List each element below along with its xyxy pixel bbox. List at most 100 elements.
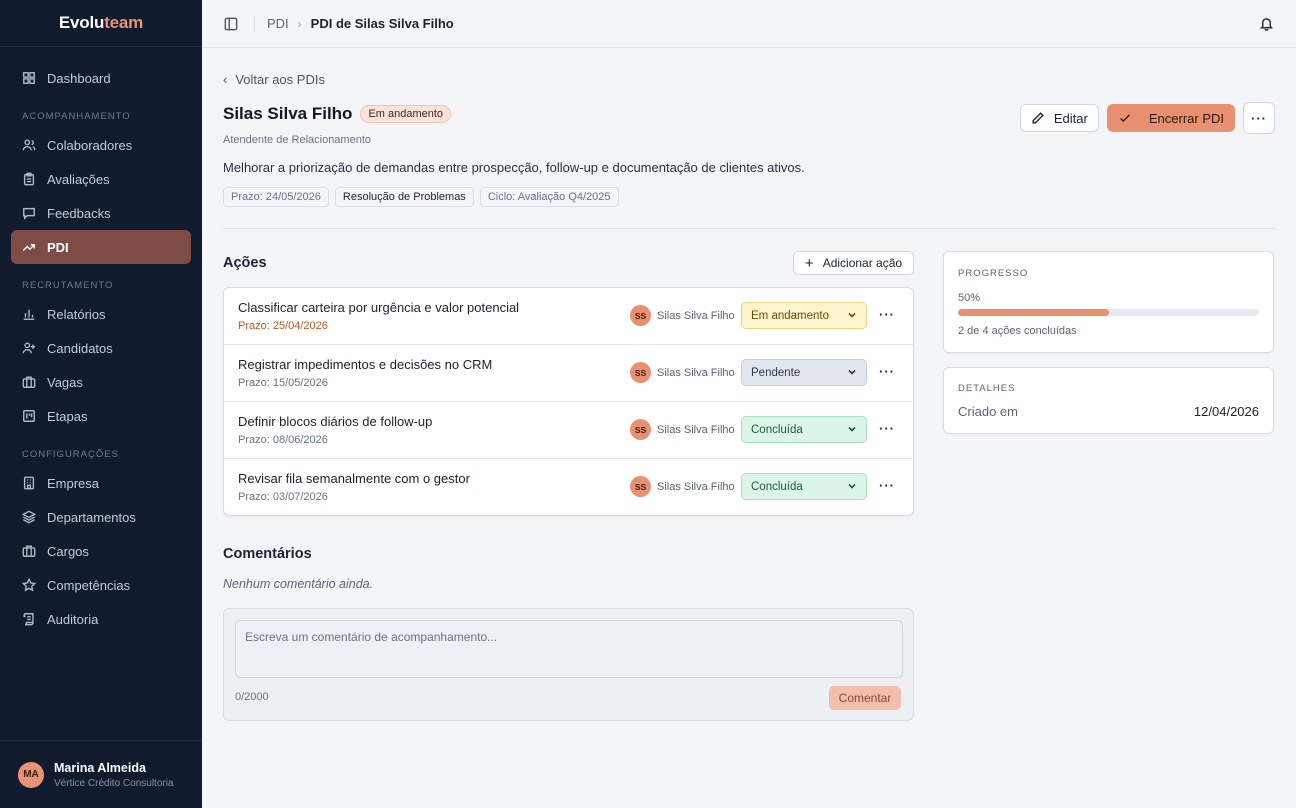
sidebar-item-departamentos[interactable]: Departamentos: [0, 500, 191, 534]
details-card-label: DETALHES: [958, 383, 1016, 394]
sidebar-toggle-icon[interactable]: [224, 17, 238, 31]
sidebar-item-competencias[interactable]: Competências: [0, 568, 191, 602]
action-status-value: Concluída: [751, 423, 803, 436]
action-status-select[interactable]: Concluída: [741, 416, 867, 443]
comment-form: Escreva um comentário de acompanhamento.…: [223, 608, 914, 721]
pencil-icon: [1032, 112, 1044, 124]
details-card: DETALHES Criado em 12/04/2026: [943, 367, 1274, 434]
comment-submit-button[interactable]: Comentar: [829, 686, 901, 710]
action-text: Registrar impedimentos e decisões no CRM…: [238, 357, 492, 389]
meta-chips: Prazo: 24/05/2026 Resolução de Problemas…: [223, 187, 619, 207]
sidebar-item-auditoria[interactable]: Auditoria: [0, 602, 191, 636]
sidebar-item-label: Avaliações: [47, 171, 110, 187]
avatar: MA: [18, 761, 44, 788]
sidebar-item-label: Relatórios: [47, 306, 106, 322]
action-more-button[interactable]: ···: [879, 479, 895, 492]
sidebar-item-cargos[interactable]: Cargos: [0, 534, 191, 568]
action-owner-name: Silas Silva Filho: [657, 423, 735, 436]
sidebar-item-label: Departamentos: [47, 509, 136, 525]
chevron-down-icon: [846, 366, 858, 378]
breadcrumb-root[interactable]: PDI: [267, 16, 289, 31]
sidebar-section-label: RECRUTAMENTO: [22, 279, 114, 291]
close-pdi-button-label: Encerrar PDI: [1148, 110, 1224, 126]
bar-chart-icon: [22, 307, 36, 321]
avatar: SS: [630, 419, 651, 440]
action-title: Registrar impedimentos e decisões no CRM: [238, 357, 493, 372]
progress-percent: 50%: [958, 292, 981, 304]
add-action-label: Adicionar ação: [822, 256, 903, 270]
action-title: Classificar carteira por urgência e valo…: [238, 300, 520, 315]
sidebar-item-feedbacks[interactable]: Feedbacks: [0, 196, 191, 230]
breadcrumb-current: PDI de Silas Silva Filho: [310, 16, 454, 31]
scroll-icon: [22, 612, 36, 626]
more-options-button[interactable]: ···: [1243, 102, 1275, 134]
action-status-value: Concluída: [751, 480, 803, 493]
action-deadline: Prazo: 25/04/2026: [238, 320, 328, 332]
kanban-icon: [22, 409, 36, 423]
layers-icon: [22, 510, 36, 524]
sidebar-section-label: ACOMPANHAMENTO: [22, 110, 131, 122]
plus-icon: +: [804, 254, 814, 272]
action-status-select[interactable]: Concluída: [741, 473, 867, 500]
sidebar-item-avaliacoes[interactable]: Avaliações: [0, 162, 191, 196]
back-link[interactable]: ‹ Voltar aos PDIs: [223, 72, 325, 87]
clipboard-icon: [22, 172, 36, 186]
action-title: Definir blocos diários de follow-up: [238, 414, 433, 429]
deadline-chip: Prazo: 24/05/2026: [223, 187, 329, 207]
user-name: Marina Almeida: [54, 760, 146, 775]
sidebar-item-pdi[interactable]: PDI: [11, 230, 191, 264]
sidebar-nav: Dashboard ACOMPANHAMENTO Colaboradores Aval…: [0, 47, 202, 636]
cycle-chip: Ciclo: Avaliação Q4/2025: [479, 187, 619, 207]
action-more-button[interactable]: ···: [879, 365, 895, 378]
chevron-down-icon: [846, 423, 858, 435]
sidebar-item-etapas[interactable]: Etapas: [0, 399, 191, 433]
chevron-right-icon: ›: [297, 16, 302, 31]
action-status-select[interactable]: Pendente: [741, 359, 867, 386]
sidebar-section-label: CONFIGURAÇÕES: [22, 448, 119, 460]
action-owner-name: Silas Silva Filho: [657, 366, 735, 379]
sidebar-item-label: Colaboradores: [47, 137, 133, 153]
brand-logo[interactable]: Evolu team: [0, 0, 202, 47]
action-row: Registrar impedimentos e decisões no CRM…: [224, 345, 913, 402]
close-pdi-button[interactable]: Encerrar PDI: [1106, 104, 1235, 132]
comments-empty-state: Nenhum comentário ainda.: [223, 577, 374, 591]
action-owner: SS Silas Silva Filho: [630, 476, 735, 497]
sidebar-item-colaboradores[interactable]: Colaboradores: [0, 128, 191, 162]
sidebar-item-label: Competências: [47, 577, 131, 593]
action-deadline: Prazo: 15/05/2026: [238, 377, 328, 389]
page-title: Silas Silva Filho: [223, 104, 353, 123]
star-icon: [22, 578, 36, 592]
user-profile[interactable]: MA Marina Almeida Vértice Crédito Consul…: [0, 740, 202, 808]
sidebar-item-empresa[interactable]: Empresa: [0, 466, 191, 500]
header-actions: Editar Encerrar PDI ···: [1019, 102, 1275, 134]
progress-bar-fill: [958, 309, 1109, 316]
user-plus-icon: [22, 341, 36, 355]
action-list: Classificar carteira por urgência e valo…: [223, 287, 914, 516]
avatar: SS: [630, 362, 651, 383]
sidebar-item-dashboard[interactable]: Dashboard: [0, 61, 191, 95]
edit-button[interactable]: Editar: [1019, 104, 1099, 132]
sidebar-item-label: Candidatos: [47, 340, 113, 356]
add-action-button[interactable]: + Adicionar ação: [793, 251, 914, 275]
comment-char-counter: 0/2000: [235, 691, 269, 703]
comment-textarea[interactable]: Escreva um comentário de acompanhamento.…: [235, 620, 903, 678]
action-title: Revisar fila semanalmente com o gestor: [238, 471, 470, 486]
sidebar-item-relatorios[interactable]: Relatórios: [0, 297, 191, 331]
sidebar-item-candidatos[interactable]: Candidatos: [0, 331, 191, 365]
chevron-down-icon: [846, 309, 858, 321]
bell-icon[interactable]: [1259, 16, 1274, 31]
sidebar-item-vagas[interactable]: Vagas: [0, 365, 191, 399]
building-icon: [22, 476, 36, 490]
action-owner: SS Silas Silva Filho: [630, 305, 735, 326]
divider: [254, 15, 255, 32]
action-row: Classificar carteira por urgência e valo…: [224, 288, 913, 345]
action-more-button[interactable]: ···: [879, 422, 895, 435]
sidebar-item-label: PDI: [47, 239, 69, 255]
status-badge: Em andamento: [360, 105, 452, 123]
action-row: Revisar fila semanalmente com o gestor Pr…: [224, 459, 913, 515]
trending-up-icon: [22, 240, 36, 254]
user-company: Vértice Crédito Consultoria: [54, 777, 174, 789]
action-more-button[interactable]: ···: [879, 308, 895, 321]
message-icon: [22, 206, 36, 220]
action-status-select[interactable]: Em andamento: [741, 302, 867, 329]
